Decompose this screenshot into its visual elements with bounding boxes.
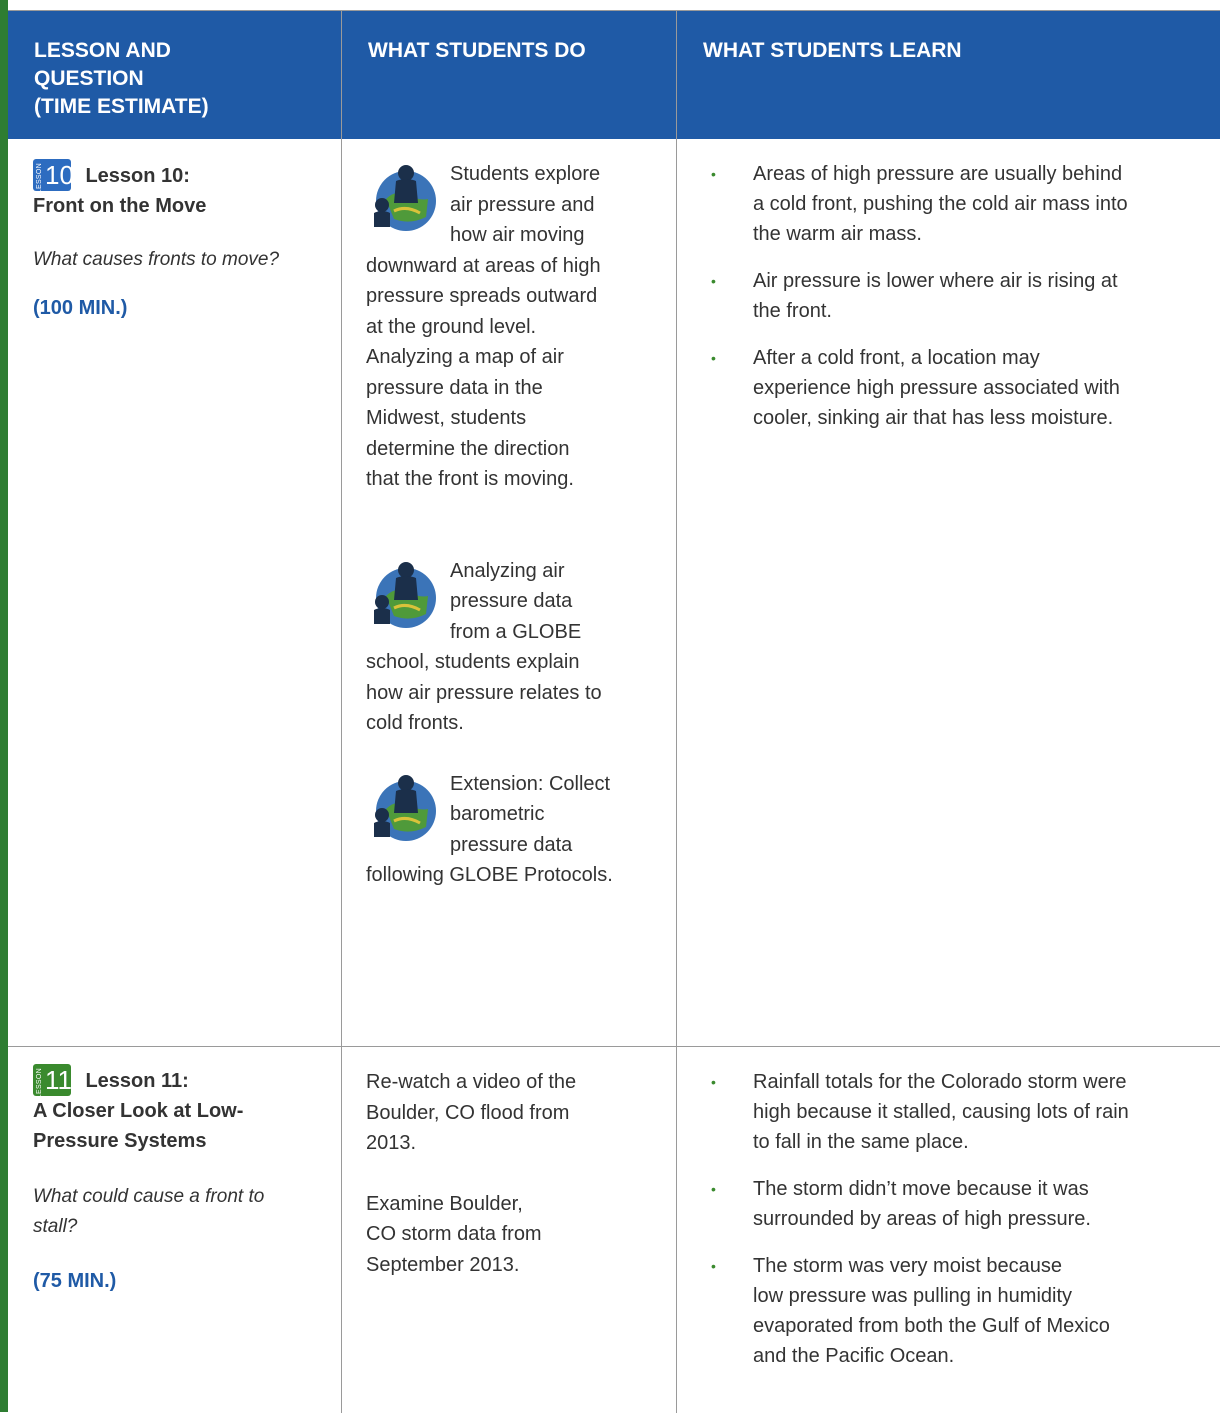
badge-number: 11 xyxy=(45,1065,72,1095)
bullet-line: a cold front, pushing the cold air mass … xyxy=(753,193,1128,215)
header-what-students-learn: WHAT STUDENTS LEARN xyxy=(677,11,1220,139)
list-item: • Areas of high pressure are usually beh… xyxy=(709,159,1209,249)
bullet-line: high because it stalled, causing lots of… xyxy=(753,1101,1129,1123)
activity-item: Students explore air pressure and how ai… xyxy=(366,159,666,495)
list-item: • Air pressure is lower where air is ris… xyxy=(709,266,1209,326)
activity-line: at the ground level. xyxy=(366,315,537,338)
time-estimate: (100 MIN.) xyxy=(33,297,128,319)
badge-number: 10 xyxy=(45,160,74,190)
lesson-10-badge-icon: LESSON 10 xyxy=(33,159,74,194)
activity-line: Re-watch a video of the xyxy=(366,1071,577,1093)
table-header: LESSON AND QUESTION (TIME ESTIMATE) WHAT… xyxy=(8,11,1220,139)
list-item: • After a cold front, a location may exp… xyxy=(709,343,1209,433)
lesson-title: A Closer Look at Low- xyxy=(33,1100,244,1122)
header-col3-text: WHAT STUDENTS LEARN xyxy=(703,39,962,62)
bullet-line: experience high pressure associated with xyxy=(753,377,1120,399)
students-do-cell: Students explore air pressure and how ai… xyxy=(366,159,666,891)
bullet-line: evaporated from both the Gulf of Mexico xyxy=(753,1315,1110,1337)
activity-line: downward at areas of high xyxy=(366,254,601,277)
lesson-question: What could cause a front to stall? xyxy=(33,1182,333,1242)
bullet-dot-icon: • xyxy=(711,1258,716,1274)
header-what-students-do: WHAT STUDENTS DO xyxy=(342,11,676,139)
activity-line: that the front is moving. xyxy=(366,468,574,490)
lesson-11-badge-icon: LESSON 11 xyxy=(33,1064,72,1099)
lesson-title: Front on the Move xyxy=(33,195,207,217)
lesson-title: Lesson 11: xyxy=(85,1070,189,1092)
activity-line: Analyzing a map of air xyxy=(366,346,564,368)
lesson-heading: LESSON 11 Lesson 11: xyxy=(33,1064,333,1099)
lesson-cell: LESSON 11 Lesson 11: A Closer Look at Lo… xyxy=(33,1064,333,1293)
header-lesson-question-time: LESSON AND QUESTION (TIME ESTIMATE) xyxy=(8,11,341,139)
lesson-cell: LESSON 10 Lesson 10: Front on the Move W… xyxy=(33,159,333,320)
column-divider xyxy=(676,11,677,1413)
list-item: • The storm was very moist because low p… xyxy=(709,1251,1209,1371)
header-col2-text: WHAT STUDENTS DO xyxy=(368,39,586,62)
bullet-line: cooler, sinking air that has less moistu… xyxy=(753,407,1114,429)
bullet-line: to fall in the same place. xyxy=(753,1131,969,1153)
activity-line: how air pressure relates to xyxy=(366,681,602,704)
activity-item: Examine Boulder, CO storm data from Sept… xyxy=(366,1189,666,1281)
lesson-table: LESSON AND QUESTION (TIME ESTIMATE) WHAT… xyxy=(8,10,1220,1413)
students-learn-cell: • Areas of high pressure are usually beh… xyxy=(709,159,1209,450)
bullet-line: and the Pacific Ocean. xyxy=(753,1345,955,1367)
column-divider xyxy=(341,11,342,1413)
bullet-dot-icon: • xyxy=(711,1181,716,1197)
badge-label: LESSON xyxy=(36,163,43,194)
lesson-question: What causes fronts to move? xyxy=(33,249,280,270)
list-item: • The storm didn’t move because it was s… xyxy=(709,1174,1209,1234)
globe-students-icon xyxy=(366,556,442,636)
lesson-heading: LESSON 10 Lesson 10: xyxy=(33,159,333,194)
bullet-dot-icon: • xyxy=(711,166,716,182)
bullet-line: Air pressure is lower where air is risin… xyxy=(753,270,1118,292)
activity-line: following GLOBE Protocols. xyxy=(366,864,613,886)
activity-line: cold fronts. xyxy=(366,712,464,734)
lesson-title: Lesson 10: xyxy=(85,165,190,187)
list-item: • Rainfall totals for the Colorado storm… xyxy=(709,1067,1209,1157)
lesson-title: Pressure Systems xyxy=(33,1130,207,1152)
activity-line: Boulder, CO flood from xyxy=(366,1101,570,1124)
bullet-dot-icon: • xyxy=(711,1074,716,1090)
activity-line: school, students explain xyxy=(366,651,580,673)
activity-line: Midwest, students xyxy=(366,407,527,429)
learn-list: • Areas of high pressure are usually beh… xyxy=(709,159,1209,433)
bullet-line: Rainfall totals for the Colorado storm w… xyxy=(753,1071,1127,1093)
students-do-cell: Re-watch a video of the Boulder, CO floo… xyxy=(366,1067,666,1280)
header-col1-line: QUESTION xyxy=(34,67,144,90)
activity-line: September 2013. xyxy=(366,1253,520,1276)
header-col1-line: (TIME ESTIMATE) xyxy=(34,95,209,118)
activity-item: Re-watch a video of the Boulder, CO floo… xyxy=(366,1067,666,1159)
students-learn-cell: • Rainfall totals for the Colorado storm… xyxy=(709,1067,1209,1388)
bullet-line: Areas of high pressure are usually behin… xyxy=(753,163,1123,185)
left-accent-bar xyxy=(0,0,8,1412)
bullet-line: The storm was very moist because xyxy=(753,1255,1062,1277)
activity-item: Extension: Collect barometric pressure d… xyxy=(366,769,666,891)
bullet-dot-icon: • xyxy=(711,350,716,366)
bullet-line: surrounded by areas of high pressure. xyxy=(753,1208,1091,1230)
bullet-line: low pressure was pulling in humidity xyxy=(753,1285,1073,1307)
activity-line: Examine Boulder, xyxy=(366,1192,523,1215)
activity-line: pressure spreads outward xyxy=(366,285,598,307)
question-line: stall? xyxy=(33,1216,78,1237)
globe-students-icon xyxy=(366,769,442,849)
bullet-dot-icon: • xyxy=(711,273,716,289)
activity-line: 2013. xyxy=(366,1132,417,1154)
badge-label: LESSON xyxy=(36,1068,43,1099)
bullet-line: The storm didn’t move because it was xyxy=(753,1178,1089,1200)
bullet-line: After a cold front, a location may xyxy=(753,347,1040,369)
bullet-line: the front. xyxy=(753,300,832,322)
activity-line: pressure data in the xyxy=(366,376,543,399)
activity-item: Analyzing air pressure data from a GLOBE… xyxy=(366,556,666,739)
bullet-line: the warm air mass. xyxy=(753,223,922,245)
header-col1-line: LESSON AND xyxy=(34,39,171,62)
time-estimate: (75 MIN.) xyxy=(33,1270,117,1292)
activity-line: determine the direction xyxy=(366,437,570,460)
row-divider xyxy=(8,1046,1220,1047)
activity-line: CO storm data from xyxy=(366,1223,542,1245)
globe-students-icon xyxy=(366,159,442,239)
question-line: What could cause a front to xyxy=(33,1186,265,1207)
learn-list: • Rainfall totals for the Colorado storm… xyxy=(709,1067,1209,1371)
